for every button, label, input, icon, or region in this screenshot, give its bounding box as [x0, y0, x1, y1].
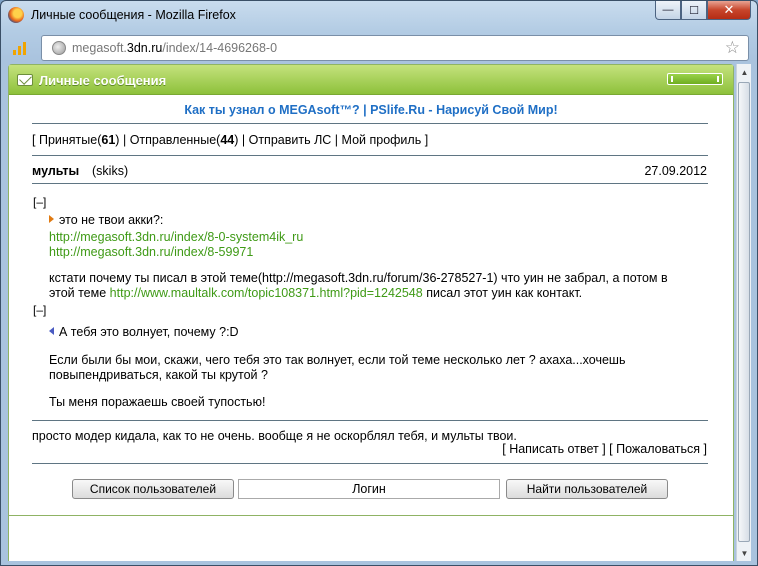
quote-toggle-2[interactable]: [–] — [33, 303, 46, 317]
message-actions: [ Написать ответ ] [ Пожаловаться ] — [502, 442, 707, 456]
quote-toggle-1[interactable]: [–] — [33, 195, 46, 209]
quote-link[interactable]: http://www.maultalk.com/topic108371.html… — [110, 286, 423, 300]
globe-icon — [52, 41, 66, 55]
nav-sent[interactable]: Отправленные(44) — [130, 133, 239, 147]
pm-nav: [ Принятые(61) | Отправленные(44) | Отпр… — [32, 133, 428, 147]
promo-links: Как ты узнал о MEGAsoft™? | PSlife.Ru - … — [9, 103, 733, 117]
message-body: просто модер кидала, как то не очень. во… — [32, 429, 517, 443]
scroll-down-icon[interactable]: ▼ — [737, 545, 752, 561]
quote-arrow-icon — [49, 215, 54, 223]
divider — [32, 463, 708, 464]
reply-link[interactable]: Написать ответ — [509, 442, 599, 456]
promo-link-pslife[interactable]: PSlife.Ru - Нарисуй Свой Мир! — [370, 103, 558, 117]
promo-separator: | — [363, 103, 367, 117]
nav-bracket: [ — [32, 133, 36, 147]
content-bottom — [8, 516, 734, 561]
panel-header: Личные сообщения — [9, 65, 733, 95]
promo-link-megasoft[interactable]: Как ты узнал о MEGAsoft™? — [184, 103, 359, 117]
close-button[interactable]: ✕ — [707, 1, 751, 20]
quote-1-body: кстати почему ты писал в этой теме(http:… — [49, 271, 668, 300]
nav-my-profile[interactable]: Мой профиль — [342, 133, 422, 147]
quote-1-text: это не твои акки?: — [59, 213, 164, 227]
quote-2-closing: Ты меня поражаешь своей тупостью! — [49, 395, 266, 409]
nav-inbox[interactable]: Принятые(61) — [39, 133, 120, 147]
minimize-button[interactable]: — — [655, 1, 681, 20]
feed-icon[interactable] — [13, 41, 31, 55]
panel-resize-icon[interactable] — [667, 73, 723, 85]
window-title: Личные сообщения - Mozilla Firefox — [31, 8, 236, 22]
find-users-button[interactable]: Найти пользователей — [506, 479, 668, 499]
divider — [32, 123, 708, 124]
vertical-scrollbar[interactable]: ▲ ▼ — [736, 64, 751, 561]
divider — [32, 183, 708, 184]
nav-separator: | — [241, 133, 246, 147]
nav-separator: | — [334, 133, 339, 147]
message-sender[interactable]: (skiks) — [92, 164, 128, 178]
panel-title: Личные сообщения — [39, 73, 167, 88]
quote-1-links: http://megasoft.3dn.ru/index/8-0-system4… — [49, 230, 303, 260]
bookmark-star-icon[interactable]: ☆ — [725, 38, 740, 58]
scroll-up-icon[interactable]: ▲ — [737, 64, 752, 80]
address-bar[interactable]: megasoft.3dn.ru/index/14-4696268-0 ☆ — [41, 35, 749, 61]
nav-separator: | — [122, 133, 127, 147]
users-list-button[interactable]: Список пользователей — [72, 479, 234, 499]
divider — [32, 155, 708, 156]
url-text[interactable]: megasoft.3dn.ru/index/14-4696268-0 — [72, 41, 277, 55]
message-date: 27.09.2012 — [644, 164, 707, 178]
complain-link[interactable]: Пожаловаться — [616, 442, 700, 456]
login-search-input[interactable] — [238, 479, 500, 499]
quote-2-line: А тебя это волнует, почему ?:D — [49, 325, 239, 339]
quote-link[interactable]: http://megasoft.3dn.ru/index/8-59971 — [49, 245, 253, 259]
quote-2-text: А тебя это волнует, почему ?:D — [59, 325, 239, 339]
message-subject: мульты — [32, 164, 80, 178]
divider — [32, 420, 708, 421]
nav-send-message[interactable]: Отправить ЛС — [249, 133, 332, 147]
messages-panel: Личные сообщения Как ты узнал о MEGAsoft… — [8, 64, 734, 516]
reply-arrow-icon — [49, 327, 54, 335]
scroll-thumb[interactable] — [738, 82, 750, 542]
mail-icon — [17, 74, 33, 86]
nav-bracket: ] — [424, 133, 429, 147]
quote-1-line: это не твои акки?: — [49, 213, 163, 227]
title-bar: Личные сообщения - Mozilla Firefox — ☐ ✕ — [1, 1, 757, 31]
firefox-icon — [8, 7, 24, 23]
maximize-button[interactable]: ☐ — [681, 1, 707, 20]
quote-link[interactable]: http://megasoft.3dn.ru/index/8-0-system4… — [49, 230, 303, 244]
window-controls: — ☐ ✕ — [655, 1, 751, 20]
quote-2-body: Если были бы мои, скажи, чего тебя это т… — [49, 353, 626, 382]
